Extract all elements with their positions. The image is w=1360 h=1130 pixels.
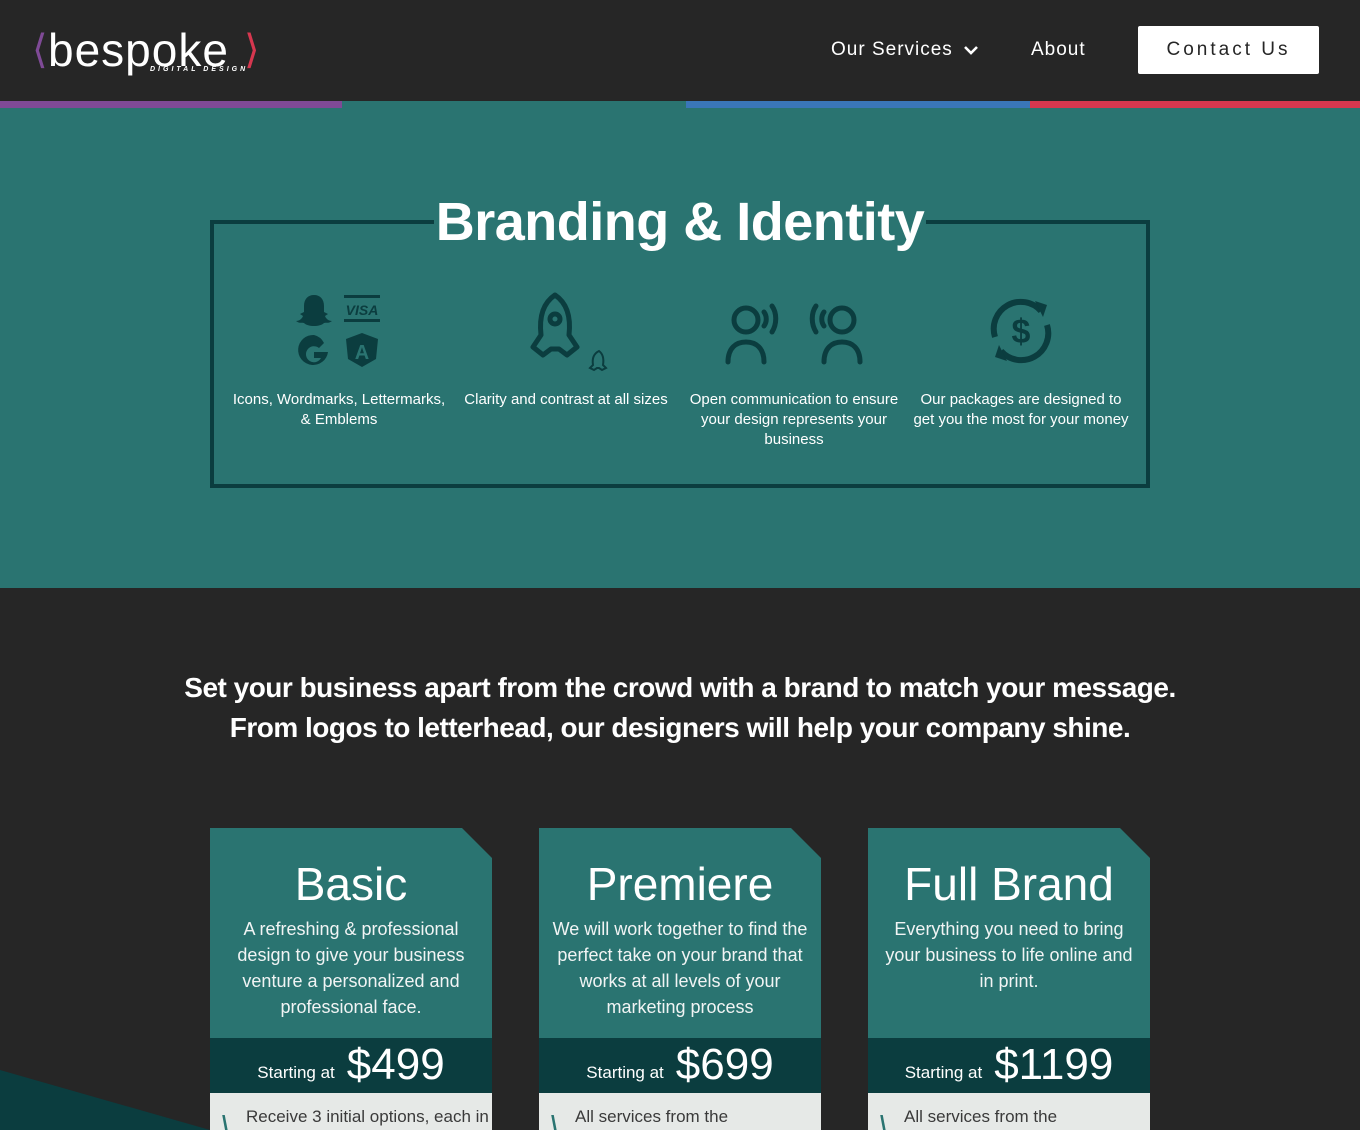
feature-item: Open communication to ensure your design… <box>684 286 904 450</box>
check-icon: \ <box>551 1111 558 1130</box>
dollar-cycle-icon: $ <box>911 286 1131 376</box>
package-description: Everything you need to bring your busine… <box>885 919 1133 991</box>
package-features: \ Receive 3 initial options, each in <box>210 1093 492 1130</box>
starting-at-label: Starting at <box>904 1063 983 1082</box>
stripe-blue <box>686 101 1030 108</box>
package-features: \ All services from the <box>868 1093 1150 1130</box>
package-features: \ All services from the <box>539 1093 821 1130</box>
package-name: Basic <box>294 858 408 910</box>
package-card-basic: Basic A refreshing & professional design… <box>210 828 492 1130</box>
package-card-premiere: Premiere We will work together to find t… <box>539 828 821 1130</box>
nav-our-services[interactable]: Our Services <box>831 26 979 74</box>
site-header: ⟨ bespoke ⟩ DIGITAL DESIGN Our Services … <box>0 0 1360 101</box>
feature-item: Clarity and contrast at all sizes <box>456 286 676 410</box>
section-title: Branding & Identity <box>434 186 926 258</box>
package-price: Starting at $699 <box>539 1038 821 1093</box>
chevron-down-icon <box>963 46 978 55</box>
feature-item: $ Our packages are designed to get you t… <box>911 286 1131 430</box>
feature-caption: Our packages are designed to get you the… <box>913 391 1129 428</box>
feature-caption: Clarity and contrast at all sizes <box>464 391 668 408</box>
stripe-purple <box>0 101 342 108</box>
package-name: Full Brand <box>904 858 1114 910</box>
contact-us-button[interactable]: Contact Us <box>1138 26 1319 74</box>
package-card-full-brand: Full Brand Everything you need to bring … <box>868 828 1150 1130</box>
check-icon: \ <box>880 1111 887 1130</box>
logo-subtitle: DIGITAL DESIGN <box>150 66 249 73</box>
logo-left-bracket: ⟨ <box>32 27 48 73</box>
list-item: All services from the <box>575 1107 729 1126</box>
svg-text:$: $ <box>1012 313 1031 351</box>
list-item: Receive 3 initial options, each in <box>246 1107 489 1126</box>
color-stripe-bar <box>0 101 1360 108</box>
tagline-line-1: Set your business apart from the crowd w… <box>184 672 1176 703</box>
price-amount: $1199 <box>994 1040 1114 1089</box>
list-item: All services from the <box>904 1107 1058 1126</box>
stripe-red <box>1030 101 1360 108</box>
package-description: A refreshing & professional design to gi… <box>237 919 465 1017</box>
feature-caption: Icons, Wordmarks, Lettermarks, & Emblems <box>232 391 446 428</box>
check-icon: \ <box>222 1111 229 1130</box>
brand-logos-icon: VISA A <box>229 286 449 376</box>
svg-text:A: A <box>355 342 369 364</box>
nav-our-services-label: Our Services <box>831 39 953 60</box>
starting-at-label: Starting at <box>257 1063 335 1082</box>
bespoke-logo[interactable]: ⟨ bespoke ⟩ DIGITAL DESIGN <box>32 26 262 80</box>
tagline: Set your business apart from the crowd w… <box>0 668 1360 748</box>
package-name: Premiere <box>586 858 774 910</box>
people-talking-icon <box>684 286 904 376</box>
package-price: Starting at $499 <box>210 1038 492 1093</box>
starting-at-label: Starting at <box>586 1063 664 1082</box>
feature-item: VISA A Icons, Wordmarks, Lettermarks, & … <box>229 286 449 430</box>
price-amount: $499 <box>346 1040 445 1089</box>
price-amount: $699 <box>675 1040 774 1089</box>
branding-identity-section: Branding & Identity VISA A Icons, Wordma… <box>0 108 1360 588</box>
stripe-teal <box>342 101 686 108</box>
package-price: Starting at $1199 <box>868 1038 1150 1093</box>
svg-text:VISA: VISA <box>346 302 379 318</box>
rocket-icon <box>456 286 676 376</box>
feature-caption: Open communication to ensure your design… <box>689 391 899 448</box>
package-description: We will work together to find the perfec… <box>552 919 808 1017</box>
decorative-shape <box>0 1070 210 1130</box>
nav-about[interactable]: About <box>1031 26 1086 74</box>
tagline-line-2: From logos to letterhead, our designers … <box>229 712 1131 743</box>
